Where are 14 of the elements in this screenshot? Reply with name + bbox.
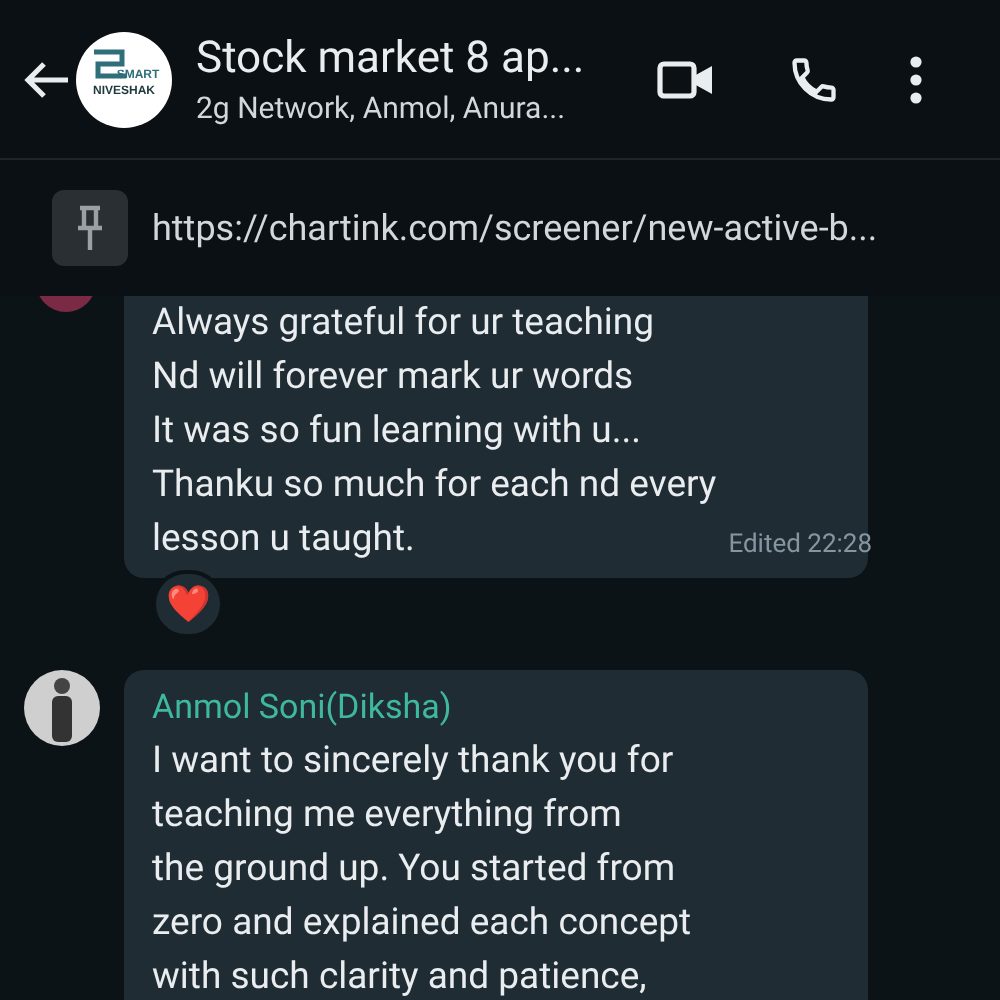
chat-members: 2g Network, Anmol, Anura... <box>196 87 568 127</box>
message-timestamp: Edited 22:28 <box>728 528 873 564</box>
message-text: I want to sincerely thank you for teaching me everything from the ground up. You started from zero and explained each concept with such clarity and patience, <box>152 736 692 1000</box>
chat-title[interactable]: Stock market 8 ap... <box>196 31 636 87</box>
video-call-icon[interactable] <box>656 57 716 101</box>
sender-name[interactable]: Anmol Soni(Diksha) <box>152 682 452 734</box>
reaction-emoji[interactable]: ❤ <box>152 570 224 638</box>
message-text: Always grateful for ur teaching Nd will forever mark ur words It was so fun learning with u... Thanku so much for each nd every lesson u taught. <box>152 298 717 564</box>
back-arrow-icon[interactable] <box>20 57 72 101</box>
pin-icon <box>52 190 128 266</box>
more-options-icon[interactable] <box>908 53 924 105</box>
pinned-link[interactable]: https://chartink.com/screener/new-active-b... <box>152 201 878 255</box>
person-icon <box>46 674 78 742</box>
phone-icon[interactable] <box>788 53 840 105</box>
